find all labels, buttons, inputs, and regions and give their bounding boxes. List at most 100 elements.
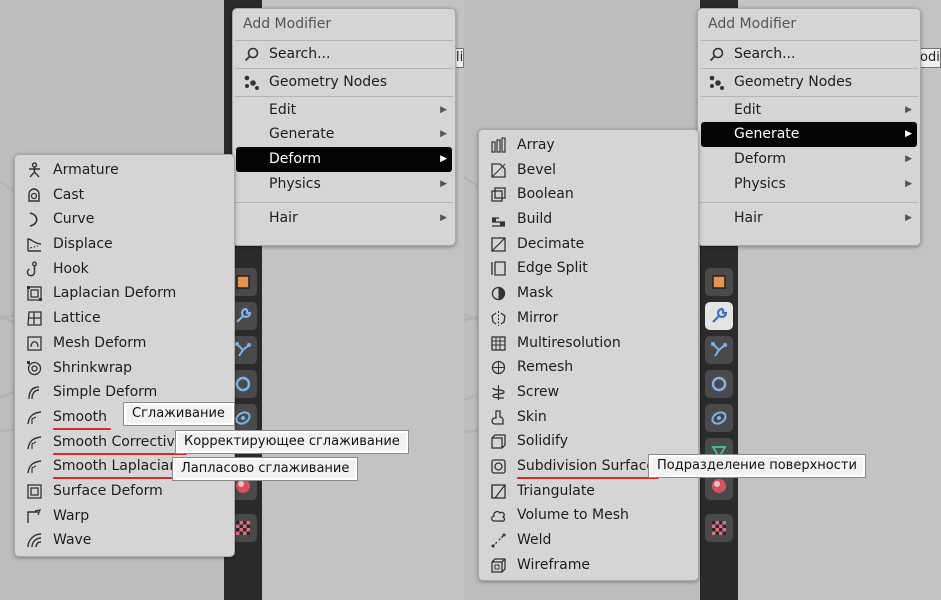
object-data-tab-icon[interactable] — [705, 268, 733, 296]
edge-split-icon — [490, 260, 507, 277]
modifier-skin[interactable]: Skin — [479, 405, 698, 430]
array-icon — [490, 137, 507, 154]
boolean-icon — [490, 186, 507, 203]
curve-icon — [26, 211, 43, 228]
particles-tab-icon[interactable] — [705, 336, 733, 364]
modifier-label: Shrinkwrap — [53, 359, 133, 376]
submenu-arrow-icon: ▶ — [440, 129, 447, 140]
modifier-label: Triangulate — [517, 482, 595, 499]
modifier-boolean[interactable]: Boolean — [479, 182, 698, 207]
modifier-label: Subdivision Surface — [517, 457, 656, 474]
modifier-build[interactable]: Build — [479, 207, 698, 232]
modifier-label: Remesh — [517, 359, 574, 376]
wave-icon — [26, 532, 43, 549]
menu-item-generate[interactable]: Generate ▶ — [233, 122, 455, 147]
menu-item-edit[interactable]: Edit ▶ — [698, 98, 920, 123]
lattice-icon — [26, 310, 43, 327]
menu-item-deform[interactable]: Deform ▶ — [236, 147, 452, 172]
smooth-laplacian-icon — [26, 458, 43, 475]
menu-item-label: Deform — [734, 151, 787, 168]
menu-item-edit[interactable]: Edit ▶ — [233, 98, 455, 123]
modifier-simple-deform[interactable]: Simple Deform — [15, 380, 234, 405]
left-screenshot-panel: lif Add Modifier Search... Geometry Node… — [0, 0, 464, 600]
physics-tab-icon[interactable] — [705, 370, 733, 398]
warp-icon — [26, 508, 43, 525]
modifier-label: Multiresolution — [517, 334, 621, 351]
menu-item-label: Generate — [269, 126, 335, 143]
geometry-nodes-label: Geometry Nodes — [269, 73, 388, 90]
build-icon — [490, 211, 507, 228]
modifier-multiresolution[interactable]: Multiresolution — [479, 331, 698, 356]
submenu-arrow-icon: ▶ — [440, 178, 447, 189]
mirror-icon — [490, 310, 507, 327]
armature-icon — [26, 162, 43, 179]
modifier-solidify[interactable]: Solidify — [479, 429, 698, 454]
menu-item-label: Deform — [269, 151, 322, 168]
shrinkwrap-icon — [26, 360, 43, 377]
menu-separator — [700, 67, 918, 69]
modifier-wrench-tab-icon[interactable] — [705, 302, 733, 330]
constraints-tab-icon[interactable] — [705, 404, 733, 432]
modifier-curve[interactable]: Curve — [15, 207, 234, 232]
search-label: Search... — [734, 46, 796, 62]
modifier-remesh[interactable]: Remesh — [479, 355, 698, 380]
modifier-label: Mesh Deform — [53, 334, 147, 351]
modifier-label: Decimate — [517, 235, 585, 252]
search-menu-item[interactable]: Search... — [698, 42, 920, 67]
screw-icon — [490, 384, 507, 401]
modifier-edge-split[interactable]: Edge Split — [479, 256, 698, 281]
modifier-wave[interactable]: Wave — [15, 528, 234, 553]
modifier-label: Mask — [517, 285, 554, 302]
modifier-cast[interactable]: Cast — [15, 183, 234, 208]
volume-to-mesh-icon — [490, 507, 507, 524]
subdivision-surface-icon — [490, 458, 507, 475]
modifier-label: Smooth Laplacian — [53, 458, 179, 475]
submenu-arrow-icon: ▶ — [440, 212, 447, 223]
modifier-surface-deform[interactable]: Surface Deform — [15, 479, 234, 504]
menu-item-hair[interactable]: Hair ▶ — [233, 206, 455, 231]
search-menu-item[interactable]: Search... — [233, 42, 455, 67]
texture-tab-icon[interactable] — [705, 514, 733, 542]
menu-item-deform[interactable]: Deform ▶ — [698, 147, 920, 172]
modifier-bevel[interactable]: Bevel — [479, 158, 698, 183]
skin-icon — [490, 409, 507, 426]
modifier-armature[interactable]: Armature — [15, 158, 234, 183]
modifier-triangulate[interactable]: Triangulate — [479, 479, 698, 504]
modifier-label: Cast — [53, 186, 85, 203]
modifier-shrinkwrap[interactable]: Shrinkwrap — [15, 356, 234, 381]
modifier-mask[interactable]: Mask — [479, 281, 698, 306]
modifier-mirror[interactable]: Mirror — [479, 306, 698, 331]
modifier-label: Boolean — [517, 186, 574, 203]
modifier-hook[interactable]: Hook — [15, 257, 234, 282]
geometry-nodes-menu-item[interactable]: Geometry Nodes — [233, 70, 455, 95]
modifier-lattice[interactable]: Lattice — [15, 306, 234, 331]
modifier-screw[interactable]: Screw — [479, 380, 698, 405]
modifier-laplacian-deform[interactable]: Laplacian Deform — [15, 281, 234, 306]
modifier-label: Simple Deform — [53, 384, 158, 401]
weld-icon — [490, 532, 507, 549]
menu-separator — [700, 95, 918, 97]
submenu-arrow-icon: ▶ — [905, 178, 912, 189]
geometry-nodes-label: Geometry Nodes — [734, 73, 853, 90]
displace-icon — [26, 236, 43, 253]
menu-item-physics[interactable]: Physics ▶ — [698, 172, 920, 197]
menu-item-physics[interactable]: Physics ▶ — [233, 172, 455, 197]
menu-item-generate[interactable]: Generate ▶ — [701, 122, 917, 148]
modifier-wireframe[interactable]: Wireframe — [479, 553, 698, 578]
modifier-label: Volume to Mesh — [517, 507, 629, 524]
modifier-weld[interactable]: Weld — [479, 528, 698, 553]
translation-callout: Корректирующее сглаживание — [175, 430, 409, 454]
modifier-displace[interactable]: Displace — [15, 232, 234, 257]
menu-item-label: Physics — [734, 175, 786, 192]
search-label: Search... — [269, 46, 331, 62]
modifier-array[interactable]: Array — [479, 133, 698, 158]
simple-deform-icon — [26, 384, 43, 401]
menu-item-hair[interactable]: Hair ▶ — [698, 206, 920, 231]
modifier-mesh-deform[interactable]: Mesh Deform — [15, 331, 234, 356]
geometry-nodes-menu-item[interactable]: Geometry Nodes — [698, 70, 920, 95]
modifier-warp[interactable]: Warp — [15, 504, 234, 529]
modifier-label: Build — [517, 211, 553, 228]
modifier-decimate[interactable]: Decimate — [479, 232, 698, 257]
modifier-label: Bevel — [517, 161, 557, 178]
modifier-volume-to-mesh[interactable]: Volume to Mesh — [479, 503, 698, 528]
